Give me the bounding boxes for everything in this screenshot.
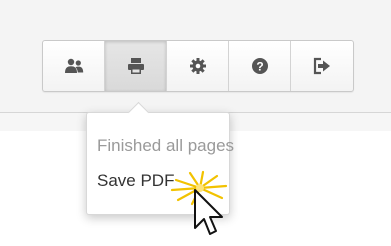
settings-button[interactable] bbox=[167, 41, 229, 91]
help-icon: ? bbox=[251, 57, 269, 75]
users-icon bbox=[64, 58, 84, 74]
gear-icon bbox=[189, 57, 207, 75]
sign-out-icon bbox=[313, 57, 331, 75]
help-button[interactable]: ? bbox=[229, 41, 291, 91]
save-pdf-link[interactable]: Save PDF bbox=[97, 171, 174, 191]
sign-out-button[interactable] bbox=[291, 41, 353, 91]
print-status-text: Finished all pages bbox=[97, 136, 235, 155]
users-button[interactable] bbox=[43, 41, 105, 91]
print-icon bbox=[127, 57, 145, 75]
svg-text:?: ? bbox=[256, 59, 263, 73]
mouse-cursor-icon bbox=[194, 189, 223, 235]
print-button[interactable] bbox=[105, 41, 167, 91]
toolbar: ? bbox=[42, 40, 354, 92]
